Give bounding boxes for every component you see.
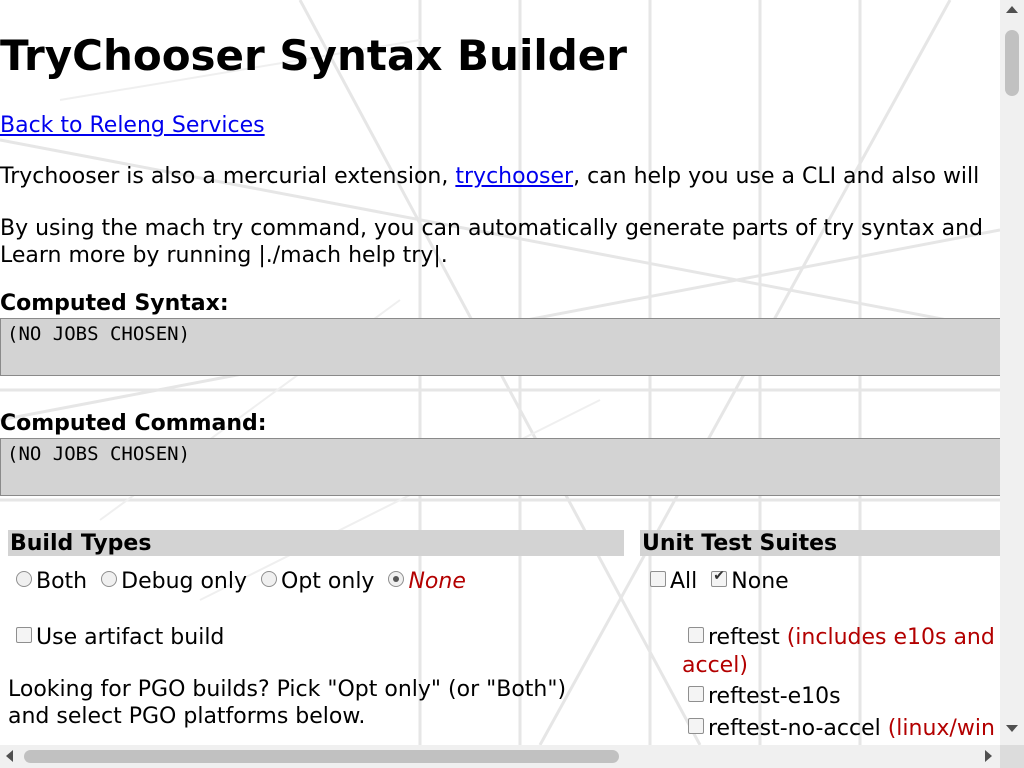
artifact-build-checkbox[interactable] [16, 626, 32, 643]
radio-debug-only-label: Debug only [121, 569, 248, 594]
computed-syntax-box[interactable]: (NO JOBS CHOSEN) [0, 318, 1000, 376]
scroll-down-arrow-icon[interactable] [1006, 725, 1018, 732]
intro2-line1: By using the mach try command, you can a… [0, 216, 983, 241]
intro-paragraph-2: By using the mach try command, you can a… [0, 215, 983, 269]
page-title: TryChooser Syntax Builder [0, 31, 628, 80]
horizontal-scrollbar[interactable] [0, 745, 1000, 768]
unit-tests-none-label: None [731, 569, 789, 594]
reftest-label: reftest [708, 625, 780, 650]
scroll-up-arrow-icon[interactable] [1006, 6, 1018, 13]
reftest-note-continued: accel) [682, 653, 748, 678]
list-item-reftest-no-accel: reftest-no-accel (linux/win [688, 716, 995, 741]
unit-tests-all-checkbox[interactable] [650, 570, 666, 587]
reftest-e10s-label: reftest-e10s [708, 684, 841, 709]
radio-none-label: None [408, 569, 466, 594]
scroll-right-arrow-icon[interactable] [985, 750, 992, 762]
radio-none[interactable] [388, 570, 405, 587]
build-type-options: Both Debug only Opt only None [16, 569, 480, 594]
radio-both[interactable] [16, 570, 32, 587]
artifact-build-label: Use artifact build [36, 625, 225, 650]
horizontal-scrollbar-thumb[interactable] [24, 750, 619, 763]
intro1-text-after: , can help you use a CLI and also will [573, 164, 980, 189]
intro2-line2: Learn more by running |./mach help try|. [0, 243, 448, 268]
back-to-releng-link[interactable]: Back to Releng Services [0, 113, 265, 138]
trychooser-link[interactable]: trychooser [455, 164, 573, 189]
unit-test-suites-heading: Unit Test Suites [640, 530, 1000, 556]
computed-command-label: Computed Command: [0, 411, 267, 436]
scroll-left-arrow-icon[interactable] [6, 750, 13, 762]
reftest-e10s-checkbox[interactable] [688, 685, 704, 702]
unit-tests-all-none: All None [650, 568, 789, 594]
list-item-reftest-e10s: reftest-e10s [688, 684, 841, 709]
unit-tests-none-checkbox[interactable] [711, 568, 728, 587]
radio-both-label: Both [36, 569, 88, 594]
reftest-no-accel-checkbox[interactable] [688, 717, 704, 734]
reftest-no-accel-label: reftest-no-accel [708, 716, 881, 741]
intro1-text-before: Trychooser is also a mercurial extension… [0, 164, 456, 189]
reftest-checkbox[interactable] [688, 626, 704, 643]
reftest-note: (includes e10s and [786, 625, 995, 650]
vertical-scrollbar[interactable] [1000, 0, 1024, 745]
radio-opt-only-label: Opt only [281, 569, 375, 594]
unit-tests-all-label: All [670, 569, 698, 594]
computed-command-box[interactable]: (NO JOBS CHOSEN) [0, 438, 1000, 496]
vertical-scrollbar-thumb[interactable] [1005, 30, 1019, 96]
list-item-reftest: reftest (includes e10s and [688, 625, 995, 650]
intro-paragraph-1: Trychooser is also a mercurial extension… [0, 164, 979, 189]
page-content: TryChooser Syntax Builder Back to Releng… [0, 0, 1000, 745]
reftest-no-accel-note: (linux/win [887, 716, 995, 741]
scrollbar-corner [1000, 745, 1024, 768]
pgo-note-line2: and select PGO platforms below. [8, 704, 366, 729]
pgo-note: Looking for PGO builds? Pick "Opt only" … [8, 676, 566, 730]
computed-syntax-label: Computed Syntax: [0, 291, 229, 316]
radio-opt-only[interactable] [261, 570, 278, 587]
pgo-note-line1: Looking for PGO builds? Pick "Opt only" … [8, 677, 567, 702]
artifact-build-row: Use artifact build [16, 625, 224, 650]
radio-debug-only[interactable] [101, 570, 118, 587]
build-types-heading: Build Types [8, 530, 624, 556]
